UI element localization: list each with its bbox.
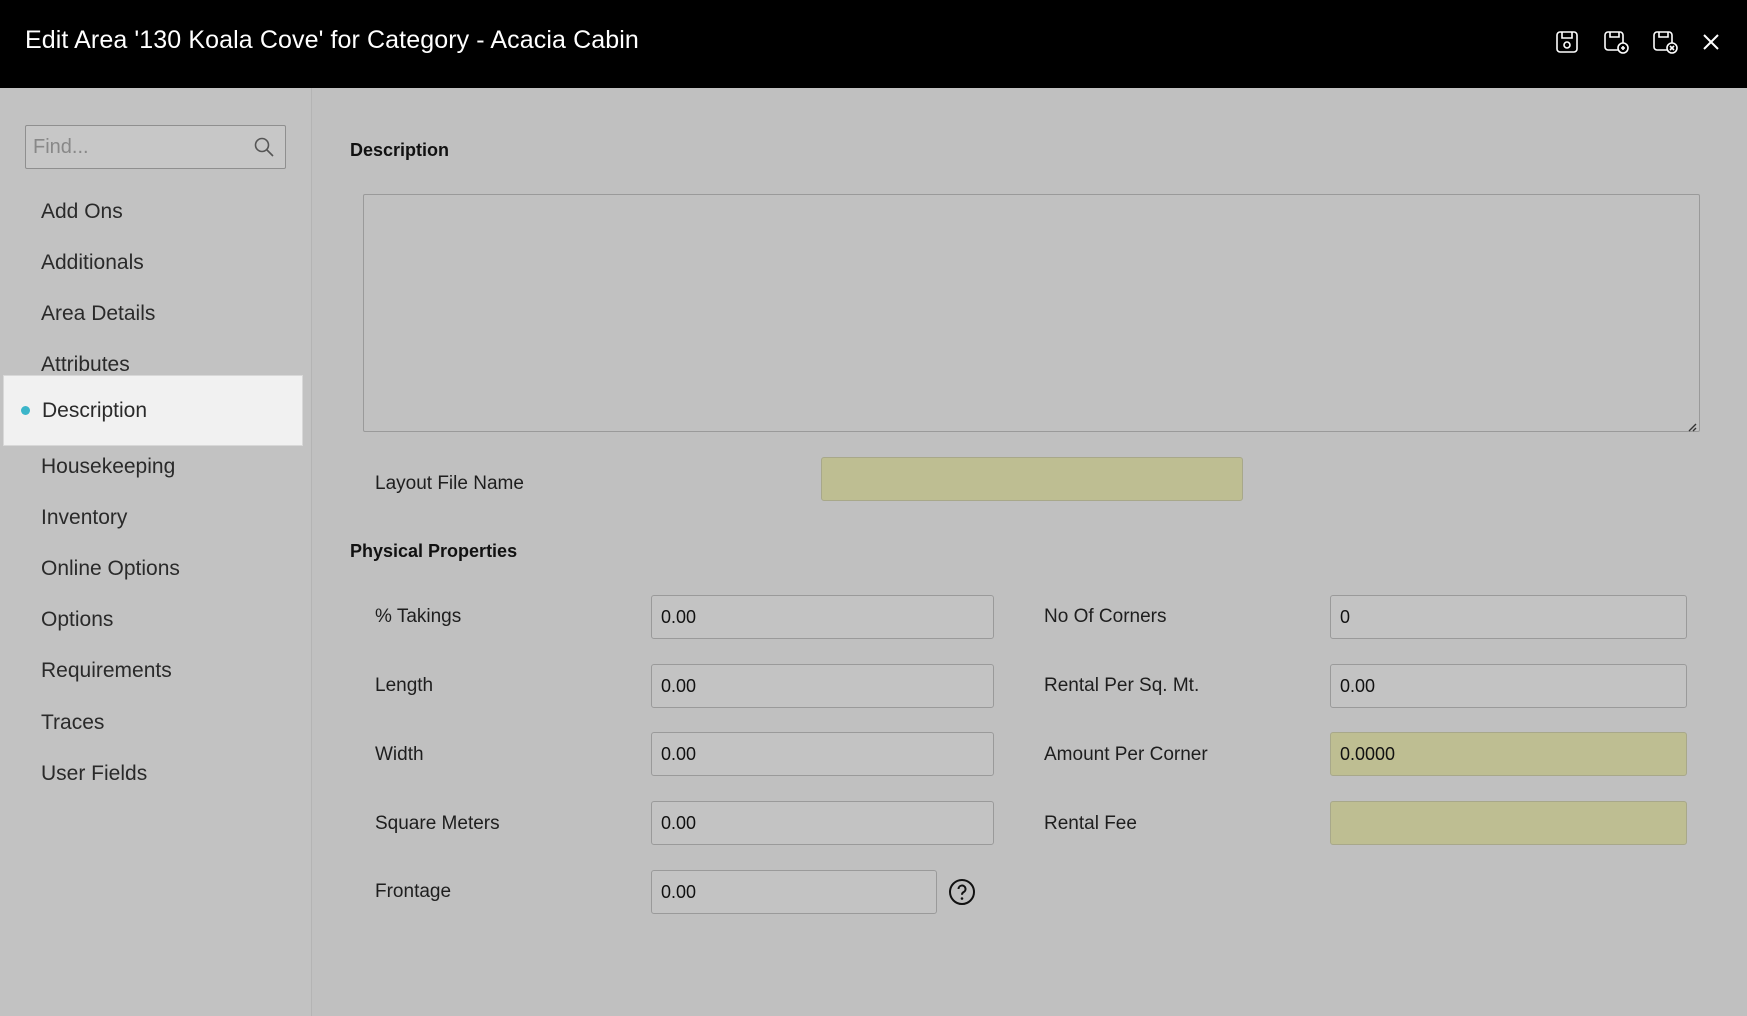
- rental-per-sqm-input[interactable]: [1331, 665, 1686, 707]
- sidebar-item-label: Traces: [41, 710, 105, 734]
- amount-per-corner-field: [1330, 732, 1687, 776]
- rental-fee-field: [1330, 801, 1687, 845]
- dialog-title: Edit Area '130 Koala Cove' for Category …: [25, 26, 639, 54]
- rental-fee-input: [1331, 802, 1686, 844]
- sidebar: Add Ons Additionals Area Details Attribu…: [0, 88, 312, 1016]
- takings-field: [651, 595, 994, 639]
- takings-label: % Takings: [375, 606, 462, 627]
- save-icon: [1553, 28, 1581, 61]
- save-button[interactable]: [1551, 28, 1583, 60]
- width-label: Width: [375, 744, 424, 765]
- no-of-corners-field: [1330, 595, 1687, 639]
- description-textarea[interactable]: [364, 195, 1699, 431]
- sidebar-item-label: Area Details: [41, 301, 156, 325]
- rental-fee-label: Rental Fee: [1044, 813, 1137, 834]
- amount-per-corner-input: [1331, 733, 1686, 775]
- sidebar-item-label: Options: [41, 607, 114, 631]
- rental-per-sqm-field: [1330, 664, 1687, 708]
- sidebar-item-label: Housekeeping: [41, 454, 176, 478]
- no-of-corners-input[interactable]: [1331, 596, 1686, 638]
- description-textarea-wrapper: [363, 194, 1700, 432]
- help-icon[interactable]: [948, 878, 976, 906]
- sidebar-item-label: Online Options: [41, 556, 180, 580]
- save-and-close-button[interactable]: [1649, 28, 1681, 60]
- square-meters-input[interactable]: [652, 802, 993, 844]
- dialog-header: Edit Area '130 Koala Cove' for Category …: [0, 0, 1747, 88]
- layout-file-field: [821, 457, 1243, 501]
- physical-properties-title: Physical Properties: [350, 541, 518, 561]
- sidebar-item-label: Attributes: [41, 352, 130, 376]
- takings-input[interactable]: [652, 596, 993, 638]
- search-input[interactable]: [26, 126, 246, 168]
- layout-file-input: [822, 458, 1242, 500]
- frontage-field: [651, 870, 937, 914]
- resize-grip-icon[interactable]: [1687, 419, 1697, 432]
- length-field: [651, 664, 994, 708]
- save-and-close-icon: [1651, 28, 1679, 61]
- find-box: [25, 125, 286, 169]
- width-field: [651, 732, 994, 776]
- square-meters-field: [651, 801, 994, 845]
- active-indicator-dot: [21, 406, 30, 415]
- length-label: Length: [375, 675, 434, 696]
- rental-per-sqm-label: Rental Per Sq. Mt.: [1044, 675, 1200, 696]
- description-section-title: Description: [350, 140, 450, 160]
- amount-per-corner-label: Amount Per Corner: [1044, 744, 1208, 765]
- width-input[interactable]: [652, 733, 993, 775]
- sidebar-item-label: Description: [42, 398, 148, 422]
- frontage-input[interactable]: [652, 871, 936, 913]
- no-of-corners-label: No Of Corners: [1044, 606, 1167, 627]
- main-content: Description Layout File Name Physical Pr…: [313, 88, 1747, 1016]
- sidebar-item-label: Add Ons: [41, 199, 123, 223]
- layout-file-label: Layout File Name: [375, 473, 524, 494]
- length-input[interactable]: [652, 665, 993, 707]
- save-and-new-button[interactable]: [1600, 28, 1632, 60]
- square-meters-label: Square Meters: [375, 813, 500, 834]
- sidebar-item-label: Inventory: [41, 505, 128, 529]
- close-icon: [1697, 28, 1725, 61]
- sidebar-item-label: Additionals: [41, 250, 144, 274]
- search-icon[interactable]: [253, 136, 275, 158]
- sidebar-item-label: User Fields: [41, 761, 148, 785]
- close-button[interactable]: [1695, 28, 1727, 60]
- sidebar-item-user-fields[interactable]: User Fields: [3, 738, 303, 809]
- sidebar-item-label: Requirements: [41, 658, 172, 682]
- save-and-new-icon: [1602, 28, 1630, 61]
- frontage-label: Frontage: [375, 881, 452, 902]
